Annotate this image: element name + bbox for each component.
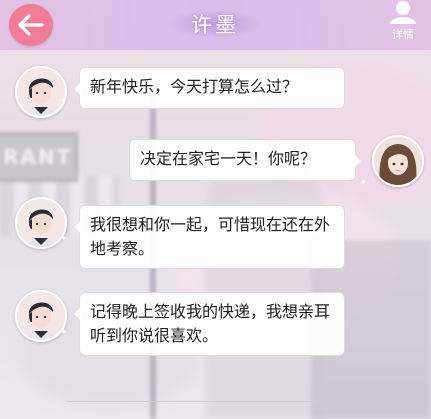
message-bubble: 我很想和你一起，可惜现在还在外地考察。 (73, 205, 345, 269)
chat-screen: RANT 许墨 详情 新年快乐，今天打算怎么过？ 决定在家宅一天！你呢？ 我很想… (0, 0, 431, 419)
chat-title: 许墨 (191, 13, 239, 37)
message-text: 我很想和你一起，可惜现在还在外地考察。 (90, 215, 331, 258)
sparkle-icon: ✦ (60, 96, 68, 106)
chat-header: 许墨 详情 (0, 0, 431, 50)
avatar[interactable] (15, 66, 67, 118)
background-arch (205, 150, 325, 419)
person-icon (390, 1, 416, 24)
message-bubble: 决定在家宅一天！你呢？ (129, 139, 362, 181)
detail-label: 详情 (392, 28, 414, 41)
avatar[interactable] (372, 135, 424, 187)
background-sign: RANT (0, 132, 78, 182)
detail-button[interactable]: 详情 (381, 0, 425, 48)
message-text: 记得晚上签收我的快递，我想亲耳听到你说很喜欢。 (90, 302, 331, 345)
background-sign-text: RANT (3, 145, 73, 169)
message-bubble: 新年快乐，今天打算怎么过？ (73, 67, 345, 109)
sparkle-icon: ✦ (60, 328, 68, 338)
message-text: 决定在家宅一天！你呢？ (140, 149, 317, 168)
back-button[interactable] (9, 4, 53, 46)
sparkle-icon: ✦ (360, 178, 368, 188)
message-text: 新年快乐，今天打算怎么过？ (90, 77, 299, 96)
input-divider (66, 401, 366, 402)
sparkle-icon: ✦ (60, 234, 68, 244)
arrow-left-icon (18, 14, 44, 36)
message-bubble: 记得晚上签收我的快递，我想亲耳听到你说很喜欢。 (73, 292, 345, 356)
